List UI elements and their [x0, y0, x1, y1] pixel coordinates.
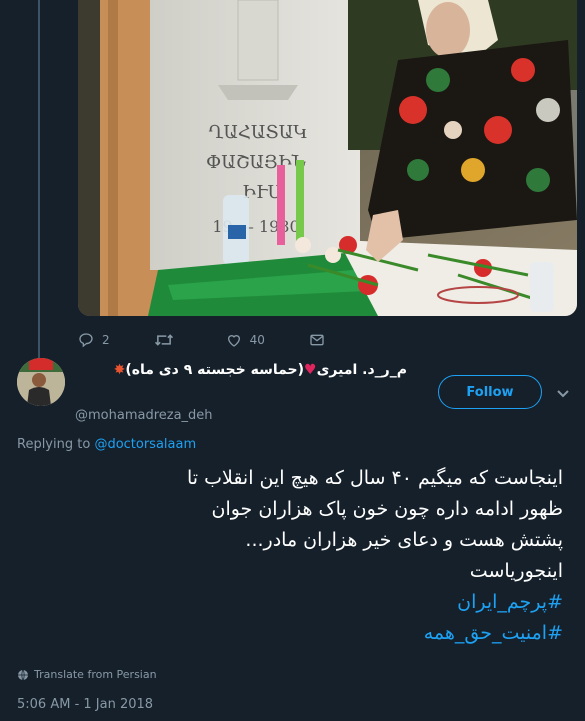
follow-button[interactable]: Follow	[438, 375, 542, 409]
user-handle[interactable]: @mohamadreza_deh	[75, 408, 213, 423]
tweet-media-photo[interactable]: ՂԱՀԱՏԱԿ ՓԱՇԱՅԻՆ ԻՒՍ 19 — 1980	[78, 0, 577, 316]
gravestone-line-2: ՓԱՇԱՅԻՆ	[206, 152, 307, 173]
tweet-text-line: پشتش هست و دعای خیر هزاران مادر...	[245, 529, 563, 551]
more-options-button[interactable]	[556, 384, 570, 403]
tweet-text-line: اینجاست که میگیم ۴۰ سال که هیچ این انقلا…	[186, 467, 563, 489]
reply-icon	[79, 333, 93, 348]
hashtag-link[interactable]: #امنیت_حق_همه	[15, 618, 563, 649]
replying-prefix: Replying to	[17, 437, 91, 452]
reply-action[interactable]: 2	[78, 332, 110, 348]
translate-label: Translate from Persian	[34, 668, 157, 681]
reply-count: 2	[102, 333, 110, 347]
globe-icon	[18, 669, 28, 680]
tweet-text: اینجاست که میگیم ۴۰ سال که هیچ این انقلا…	[15, 463, 563, 649]
like-action[interactable]: 40	[226, 332, 265, 348]
message-action[interactable]	[309, 332, 333, 348]
chevron-down-icon	[557, 390, 569, 398]
avatar-image	[17, 358, 65, 406]
parent-tweet-actions: 2 40	[78, 328, 378, 352]
tweet-text-line: ظهور ادامه داره چون خون پاک هزاران جوان	[211, 498, 564, 520]
display-name[interactable]: م_ر_د. امیری♥(حماسه خجسته ۹ دی ماه)✸	[114, 362, 407, 378]
gravestone-line-1: ՂԱՀԱՏԱԿ	[208, 122, 307, 143]
photo-illustration: ՂԱՀԱՏԱԿ ՓԱՇԱՅԻՆ ԻՒՍ 19 — 1980	[78, 0, 577, 316]
tweet-text-line: اینجوریاست	[469, 560, 563, 582]
replying-mention-link[interactable]: @doctorsalaam	[94, 437, 196, 452]
translate-link[interactable]: Translate from Persian	[17, 668, 157, 681]
thread-connector-line	[38, 0, 40, 358]
display-name-suffix: (حماسه خجسته ۹ دی ماه)	[125, 362, 305, 378]
heart-icon	[227, 335, 240, 347]
tweet-timestamp[interactable]: 5:06 AM - 1 Jan 2018	[17, 697, 153, 712]
retweet-action[interactable]	[154, 332, 182, 348]
display-name-text: م_ر_د. امیری	[316, 362, 407, 378]
avatar[interactable]	[17, 358, 65, 406]
collision-emoji-icon: ✸	[113, 362, 126, 378]
envelope-icon	[310, 334, 324, 346]
retweet-icon	[154, 334, 173, 346]
hashtag-link[interactable]: #پرچم_ایران	[15, 587, 563, 618]
replying-to: Replying to @doctorsalaam	[17, 437, 196, 452]
heart-emoji-icon: ♥	[304, 362, 317, 378]
like-count: 40	[249, 333, 265, 347]
